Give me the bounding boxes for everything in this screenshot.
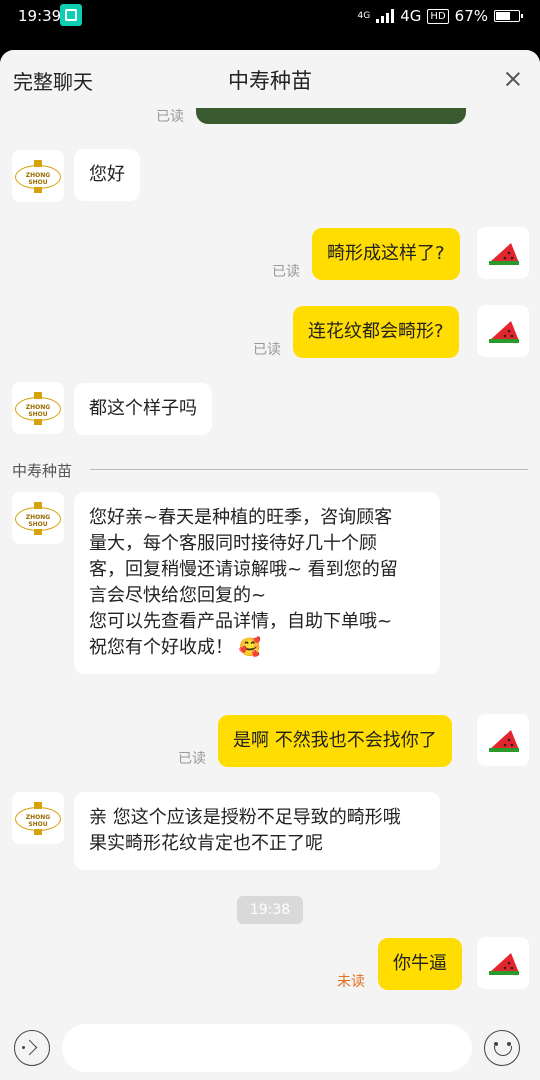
status-bar: 19:39 4G 4G HD 67%: [0, 0, 540, 34]
incoming-message[interactable]: 您好亲~春天是种植的旺季，咨询顾客 量大，每个客服同时接待好几十个顾 客，回复稍…: [74, 492, 440, 674]
separator-line: [90, 469, 528, 470]
battery-percent: 67%: [454, 7, 488, 25]
message-line: 祝您有个好收成！ 🥰: [89, 637, 262, 658]
message-line: 客，回复稍慢还请谅解哦~ 看到您的留: [89, 559, 398, 580]
outgoing-message[interactable]: 畸形成这样了?: [312, 228, 460, 280]
voice-icon[interactable]: [14, 1030, 50, 1066]
read-status: 已读: [156, 109, 184, 125]
read-status: 已读: [272, 264, 300, 280]
message-line: 亲 您这个应该是授粉不足导致的畸形哦: [89, 807, 401, 828]
shop-avatar[interactable]: ZHONG SHOU: [12, 150, 64, 202]
battery-level: [496, 12, 511, 20]
message-line: 果实畸形花纹肯定也不正了呢: [89, 833, 323, 854]
screenshot-scan-icon: [60, 4, 82, 26]
shop-logo: ZHONG SHOU: [15, 802, 61, 835]
watermelon-icon: [489, 243, 519, 265]
watermelon-icon: [489, 953, 519, 975]
user-avatar[interactable]: [477, 305, 529, 357]
message-line: 您好亲~春天是种植的旺季，咨询顾客: [89, 507, 393, 528]
shop-logo: ZHONG SHOU: [15, 502, 61, 535]
network-label: 4G: [400, 7, 422, 25]
emoji-icon[interactable]: [484, 1030, 520, 1066]
unread-status: 未读: [337, 974, 365, 990]
close-icon[interactable]: [498, 64, 528, 94]
watermelon-icon: [489, 321, 519, 343]
time-divider: 19:38: [237, 896, 303, 924]
incoming-message[interactable]: 您好: [74, 149, 140, 201]
message-line: 量大，每个客服同时接待好几十个顾: [89, 533, 377, 554]
outgoing-message[interactable]: 你牛逼: [378, 938, 462, 990]
shop-avatar[interactable]: ZHONG SHOU: [12, 792, 64, 844]
full-chat-link[interactable]: 完整聊天: [13, 66, 93, 95]
chat-sheet: 完整聊天 中寿种苗 已读 ZHONG SHOU 您好 已读 畸形成这样了? 已读…: [0, 50, 540, 1080]
agent-separator-label: 中寿种苗: [12, 462, 73, 480]
outgoing-message[interactable]: 是啊 不然我也不会找你了: [218, 715, 452, 767]
shop-logo: ZHONG SHOU: [15, 392, 61, 425]
status-time: 19:39: [18, 7, 62, 25]
watermelon-icon: [489, 730, 519, 752]
battery-icon: [494, 10, 523, 22]
status-icons: 4G 4G HD 67%: [357, 7, 523, 25]
message-line: 言会尽快给您回复的~: [89, 585, 267, 606]
shop-avatar[interactable]: ZHONG SHOU: [12, 382, 64, 434]
outgoing-message[interactable]: 连花纹都会畸形?: [293, 306, 459, 358]
shop-logo: ZHONG SHOU: [15, 160, 61, 193]
user-avatar[interactable]: [477, 714, 529, 766]
input-bar: [0, 1016, 540, 1080]
network-badge: 4G: [357, 10, 371, 21]
signal-icon: [376, 9, 395, 23]
message-input[interactable]: [62, 1024, 472, 1072]
chat-header: 完整聊天 中寿种苗: [0, 50, 540, 108]
user-avatar[interactable]: [477, 937, 529, 989]
shop-avatar[interactable]: ZHONG SHOU: [12, 492, 64, 544]
hd-icon: HD: [427, 8, 449, 24]
incoming-message[interactable]: 都这个样子吗: [74, 383, 212, 435]
read-status: 已读: [178, 751, 206, 767]
message-line: 您可以先查看产品详情，自助下单哦~: [89, 611, 393, 632]
incoming-message[interactable]: 亲 您这个应该是授粉不足导致的畸形哦 果实畸形花纹肯定也不正了呢: [74, 792, 440, 870]
read-status: 已读: [253, 342, 281, 358]
user-avatar[interactable]: [477, 227, 529, 279]
